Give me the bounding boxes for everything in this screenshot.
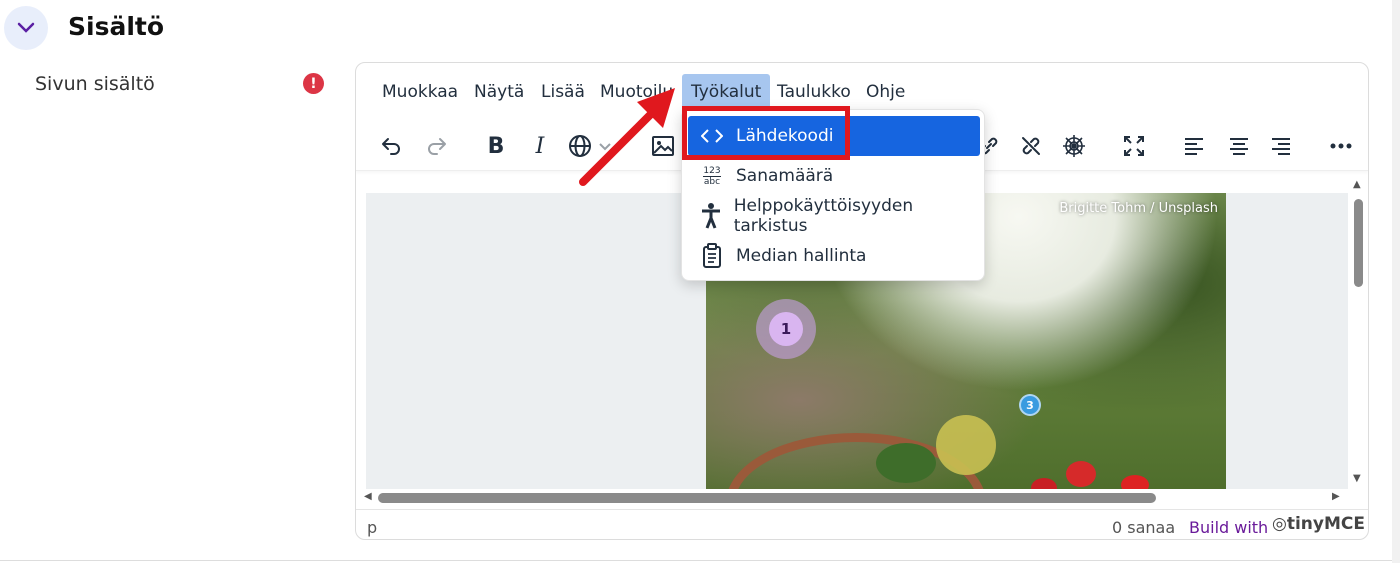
statusbar: p 0 sanaa Build with ◎tinyMCE: [356, 509, 1368, 539]
vertical-scroll-thumb[interactable]: [1354, 199, 1363, 287]
align-right-icon[interactable]: [1262, 127, 1300, 165]
menu-item-label: Sanamäärä: [736, 166, 834, 186]
menu-item-word-count[interactable]: 123 abc Sanamäärä: [688, 156, 980, 196]
fullscreen-icon[interactable]: [1115, 127, 1153, 165]
word-count-icon: 123 abc: [688, 166, 736, 187]
scroll-down-icon[interactable]: ▼: [1353, 473, 1361, 484]
word-count[interactable]: 0 sanaa: [1112, 518, 1175, 537]
scroll-up-icon[interactable]: ▲: [1353, 179, 1361, 190]
tinymce-logo[interactable]: ◎tinyMCE: [1272, 514, 1365, 534]
tinymce-brand: tinyMCE: [1286, 514, 1365, 534]
error-icon: !: [303, 73, 324, 94]
scroll-right-icon[interactable]: ▶: [1332, 491, 1340, 502]
leaf-shape: [876, 443, 936, 483]
align-left-icon[interactable]: [1175, 127, 1213, 165]
accessibility-icon: [688, 203, 734, 229]
flower-shape: [1121, 475, 1149, 489]
anchor-icon[interactable]: [1055, 127, 1093, 165]
annotation-highlight-box: [682, 106, 850, 160]
hotspot-1[interactable]: 1: [756, 299, 816, 359]
menu-ohje[interactable]: Ohje: [857, 74, 914, 110]
menu-taulukko[interactable]: Taulukko: [768, 74, 860, 110]
media-manager-icon: [688, 243, 736, 269]
chevron-down-icon: [17, 22, 35, 33]
unlink-icon[interactable]: [1012, 127, 1050, 165]
menu-item-label: Helppokäyttöisyyden tarkistus: [733, 196, 914, 236]
menu-muokkaa[interactable]: Muokkaa: [373, 74, 467, 110]
collapse-button[interactable]: [4, 6, 48, 50]
undo-icon[interactable]: [372, 127, 410, 165]
more-icon[interactable]: [1322, 127, 1360, 165]
divider: [0, 560, 1400, 561]
field-label: Sivun sisältö: [35, 73, 155, 95]
italic-icon[interactable]: I: [521, 127, 559, 165]
menu-item-label: Median hallinta: [736, 246, 867, 266]
build-with-link[interactable]: Build with: [1189, 518, 1268, 537]
vertical-scrollbar[interactable]: ▲ ▼: [1351, 177, 1365, 487]
page-scrollbar[interactable]: [1392, 0, 1400, 563]
menu-item-media-manager[interactable]: Median hallinta: [688, 236, 980, 276]
align-center-icon[interactable]: [1220, 127, 1258, 165]
photo-credit[interactable]: Brigitte Tohm / Unsplash: [1059, 201, 1218, 216]
menu-item-accessibility-check[interactable]: Helppokäyttöisyyden tarkistus: [688, 196, 980, 236]
annotation-arrow-icon: [579, 88, 675, 186]
flower-shape: [1031, 478, 1057, 489]
leaf-shape: [936, 415, 996, 475]
scroll-left-icon[interactable]: ◀: [364, 491, 372, 502]
menu-tyokalut[interactable]: Työkalut: [682, 74, 771, 110]
section-title: Sisältö: [68, 12, 165, 41]
tinymce-logo-icon: ◎: [1272, 514, 1287, 534]
element-path[interactable]: p: [367, 518, 377, 537]
horizontal-scrollbar[interactable]: ◀ ▶: [356, 489, 1348, 505]
word-count-icon-top: 123: [703, 165, 721, 177]
word-count-icon-bottom: abc: [703, 176, 721, 187]
horizontal-scroll-thumb[interactable]: [378, 493, 1156, 503]
redo-icon[interactable]: [418, 127, 456, 165]
hotspot-1-label: 1: [769, 312, 803, 346]
menu-nayta[interactable]: Näytä: [465, 74, 533, 110]
menubar: Muokkaa Näytä Lisää Muotoilu Työkalut Ta…: [356, 63, 1368, 113]
flower-shape: [1066, 461, 1096, 487]
bold-icon[interactable]: B: [477, 127, 515, 165]
hotspot-3[interactable]: 3: [1019, 394, 1041, 416]
section-header: Sisältö: [0, 0, 1400, 60]
